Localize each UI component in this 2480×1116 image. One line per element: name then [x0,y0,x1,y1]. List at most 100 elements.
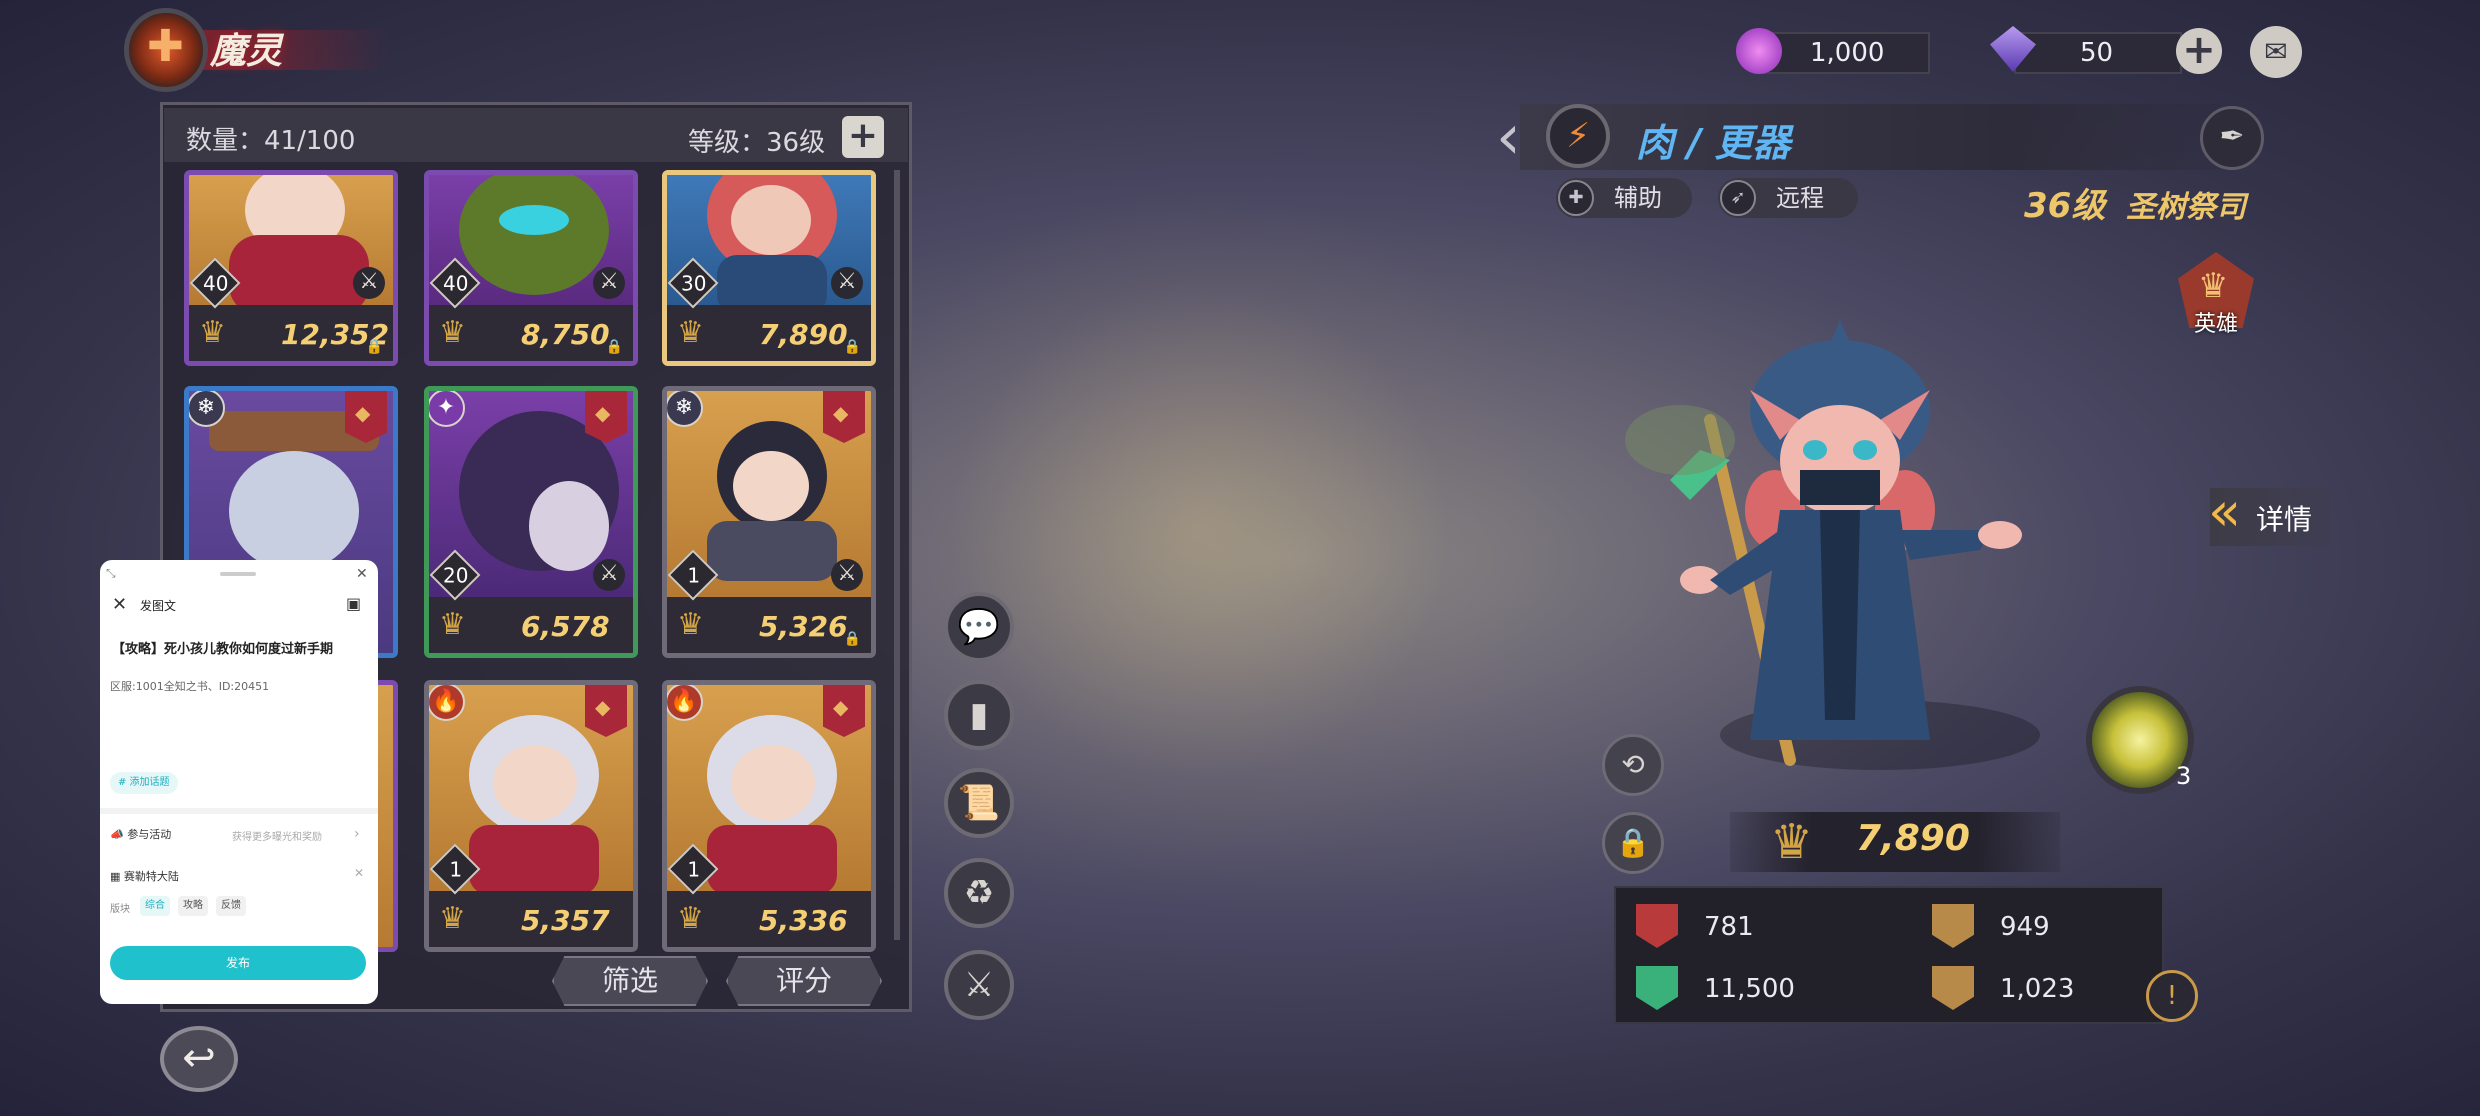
megaphone-icon: 📣 [110,828,128,841]
remove-game-icon[interactable]: ✕ [354,866,364,880]
monster-card[interactable]: 🔥 1 ♛ 5,357 [424,680,638,952]
close-icon[interactable]: ✕ [112,594,127,615]
character-face [493,745,577,821]
section-chip-guide[interactable]: 攻略 [178,896,208,916]
info-button[interactable]: ! [2146,970,2198,1022]
card-power: 6,578 [521,610,610,643]
ice-element-icon: ❄ [189,391,225,427]
monster-card[interactable]: ✦ 20 ⚔ ♛ 6,578 [424,386,638,658]
game-row[interactable]: ▦ 赛勒特大陆 [110,868,179,884]
monster-card[interactable]: 40 ⚔ ♛ 12,352 🔒 [184,170,398,366]
support-icon: ✚ [1558,180,1594,216]
back-button[interactable]: ↩ [160,1026,238,1092]
swap-button[interactable]: ⟲ [1602,734,1664,796]
rename-button[interactable]: ✒ [2200,106,2264,170]
battle-button[interactable]: ⚔ [944,950,1014,1020]
section-chip-feedback[interactable]: 反馈 [216,896,246,916]
hero-title: 圣树祭司 [2126,190,2246,225]
rank-badge [585,685,627,737]
expand-inventory-button[interactable]: + [842,116,884,158]
title-emblem-icon [124,8,208,92]
popup-close-icon[interactable]: ✕ [356,566,368,582]
draft-box-icon[interactable]: ▣ [346,594,361,613]
divider [100,808,378,814]
monster-card-selected[interactable]: 30 ⚔ ♛ 7,890 🔒 [662,170,876,366]
character-body [707,521,837,581]
monster-card[interactable]: ❄ 1 ⚔ ♛ 5,326 🔒 [662,386,876,658]
crown-icon: ♛ [677,901,704,936]
post-body-field[interactable]: 区服:1001全知之书、ID:20451 [110,678,269,694]
info-icon: ! [2166,981,2178,1011]
crossed-swords-icon: ⚔ [831,559,863,591]
crossed-swords-icon: ⚔ [353,267,385,299]
monster-card[interactable]: 🔥 1 ♛ 5,336 [662,680,876,952]
back-arrow-icon: ↩ [182,1035,216,1081]
card-power: 5,326 [759,610,848,643]
lock-icon: 🔒 [1615,826,1651,859]
fire-element-icon: 🔥 [429,685,465,721]
rank-badge [345,391,387,443]
mail-button[interactable]: ✉ [2250,26,2302,78]
rank-badge [823,685,865,737]
character-face [733,451,809,521]
scroll-icon: 📜 [957,783,1001,823]
character-face [731,745,815,821]
activity-row[interactable]: 📣 参与活动 [110,826,171,842]
buy-crystal-button[interactable]: + [2176,28,2222,74]
hero-rarity-label: 英雄 [2194,312,2239,337]
defense-value: 949 [2000,912,2050,942]
card-power: 5,336 [759,904,848,937]
lock-icon: 🔒 [843,631,861,647]
inventory-scrollbar[interactable] [894,170,900,940]
speed-value: 1,023 [2000,974,2075,1004]
crown-icon: ♛ [439,901,466,936]
popup-header: 发图文 [140,599,177,613]
ranking-button[interactable]: ▮ [944,680,1014,750]
card-power: 5,357 [521,904,610,937]
character-body [707,825,837,895]
add-topic-button[interactable]: # 添加话题 [110,772,178,794]
crown-icon: ♛ [1770,814,1814,870]
detail-label: 详情 [2256,503,2313,536]
ranged-icon: ➶ [1720,180,1756,216]
evolve-button[interactable]: ♻ [944,858,1014,928]
post-title-field[interactable]: 【攻略】死小孩儿教你如何度过新手期 [112,638,333,657]
lock-button[interactable]: 🔒 [1602,812,1664,874]
lock-icon: 🔒 [843,339,861,355]
attack-value: 781 [1704,912,1754,942]
inventory-count: 数量：41/100 [186,126,356,156]
character-face [731,185,811,255]
game-icon: ▦ [110,870,124,883]
minimize-icon[interactable]: ⤡ [106,566,116,581]
character-body [229,235,369,315]
crown-icon: ♛ [677,315,704,350]
lock-icon: 🔒 [605,339,623,355]
rank-badge [823,391,865,443]
crossed-swords-icon: ⚔ [831,267,863,299]
activity-hint: 获得更多曝光和奖励 [232,832,322,843]
publish-button[interactable]: 发布 [110,946,366,980]
crown-icon: ♛ [439,315,466,350]
section-chip-general[interactable]: 综合 [140,896,170,916]
rate-button[interactable]: 评分 [726,956,882,1006]
rank-badge [585,391,627,443]
background-glow [850,180,1550,880]
recycle-icon: ♻ [963,873,995,913]
hp-value: 11,500 [1704,974,1795,1004]
crystal-amount: 50 [2080,38,2114,68]
drag-handle[interactable] [220,572,256,576]
chat-button[interactable]: 💬 [944,592,1014,662]
lock-icon: 🔒 [365,339,383,355]
hero-power: 7,890 [1856,818,1970,859]
monster-card[interactable]: 40 ⚔ ♛ 8,750 🔒 [424,170,638,366]
fire-element-icon: 🔥 [667,685,703,721]
soul-amount: 1,000 [1810,38,1885,68]
chat-icon: 💬 [957,607,1001,647]
swap-icon: ⟲ [1621,748,1645,781]
crown-icon: ♛ [677,607,704,642]
filter-button[interactable]: 筛选 [552,956,708,1006]
double-chevron-left-icon: « [2208,480,2242,543]
character-face [229,451,359,571]
character-body [469,825,599,895]
codex-button[interactable]: 📜 [944,768,1014,838]
